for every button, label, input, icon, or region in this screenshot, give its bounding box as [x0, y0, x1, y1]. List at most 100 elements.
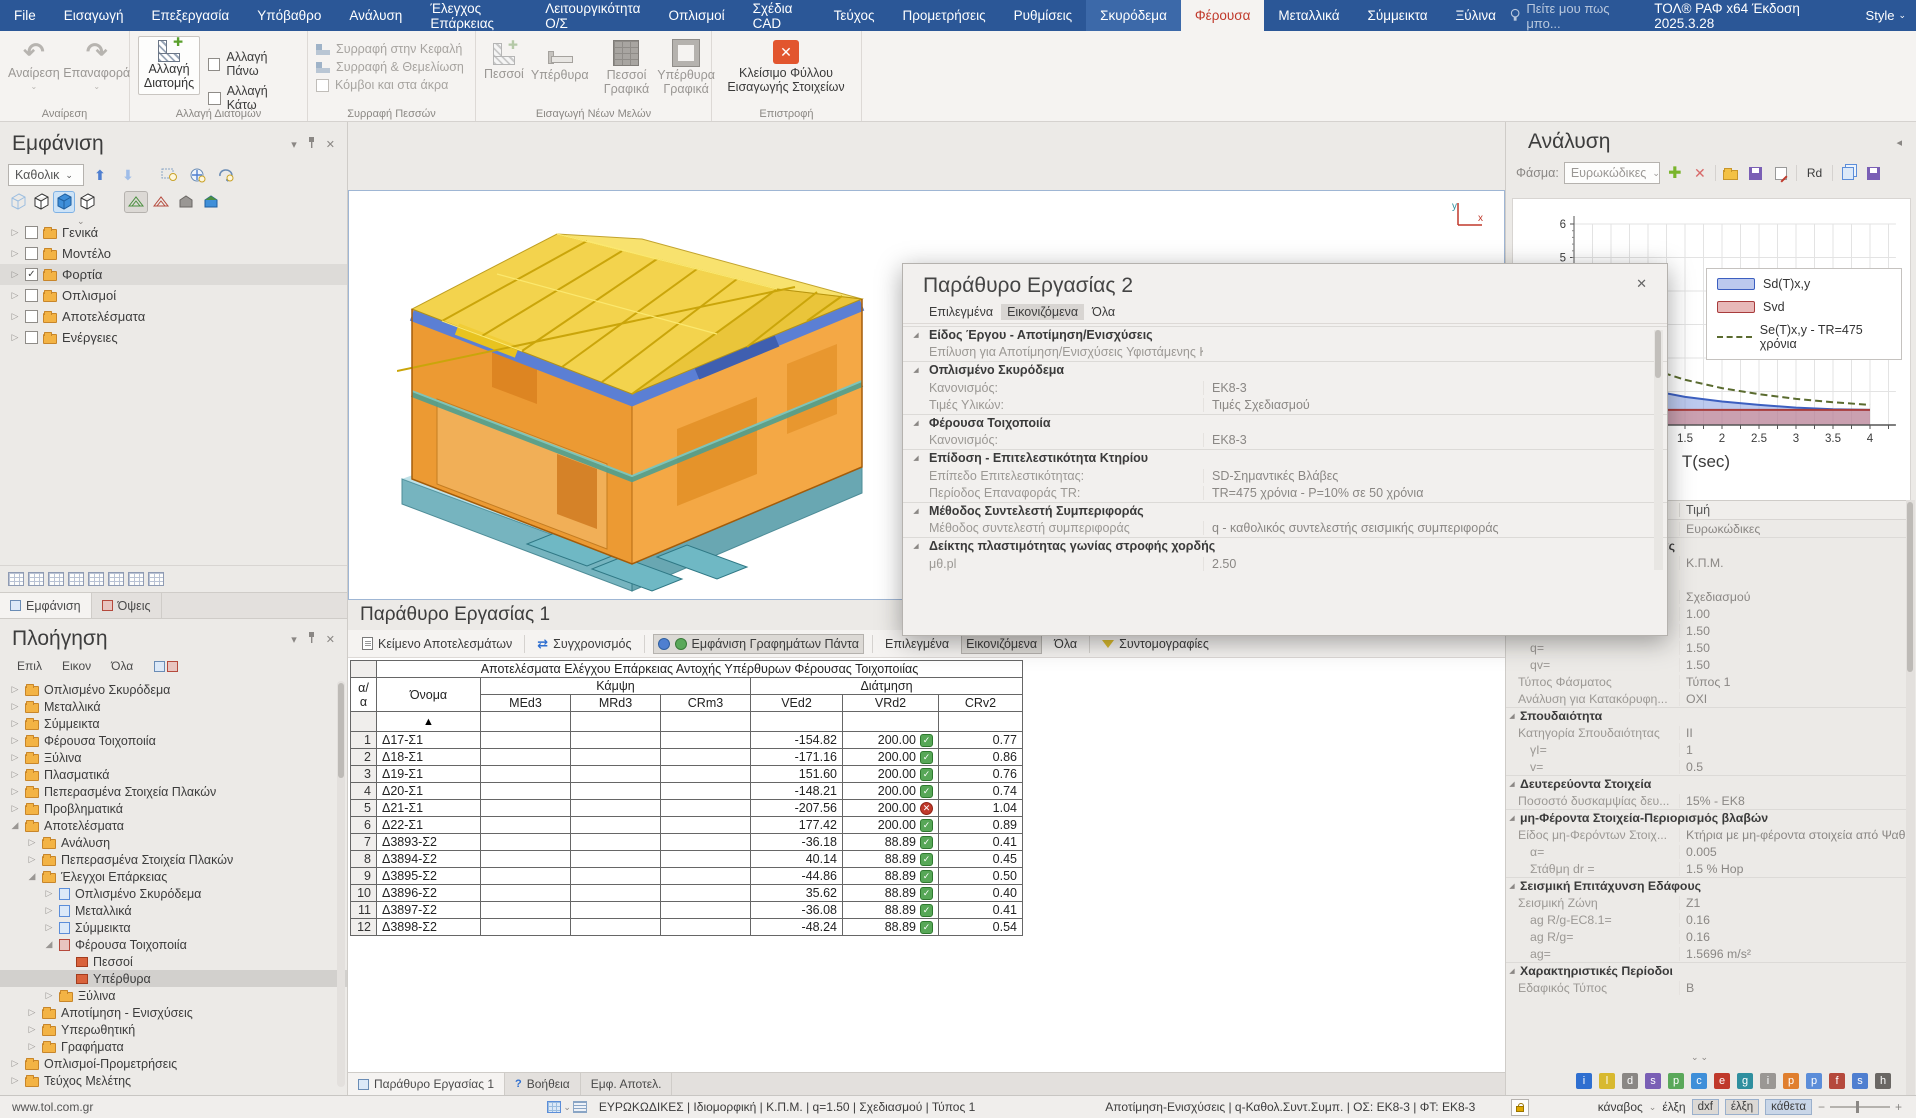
- sync-button[interactable]: ⇄ Συγχρονισμός: [533, 634, 635, 654]
- expander-icon[interactable]: ◢: [27, 871, 37, 882]
- cell-CRm3[interactable]: [660, 765, 751, 783]
- menu-item-Οπλισμοί[interactable]: Οπλισμοί: [654, 0, 738, 31]
- save-icon[interactable]: s: [1645, 1073, 1661, 1089]
- cell-VEd2[interactable]: -48.24: [750, 918, 843, 936]
- cell-VEd2[interactable]: -44.86: [750, 867, 843, 885]
- cell-CRv2[interactable]: 1.04: [938, 799, 1023, 817]
- menu-item-Σχέδια CAD[interactable]: Σχέδια CAD: [739, 0, 820, 31]
- cell-CRv2[interactable]: 0.74: [938, 782, 1023, 800]
- cell-VRd2[interactable]: 200.00 ✓: [842, 765, 939, 783]
- expander-icon[interactable]: ◢: [44, 939, 54, 950]
- section-expander-icon[interactable]: ◢: [903, 542, 929, 550]
- results-table[interactable]: Αποτελέσματα Ελέγχου Επάρκειας Αντοχής Υ…: [350, 660, 1023, 936]
- tab-selected[interactable]: Επιλ: [8, 656, 51, 676]
- cell-CRv2[interactable]: 0.89: [938, 816, 1023, 834]
- zoom-in-icon[interactable]: +: [1895, 1100, 1902, 1114]
- cell-VEd2[interactable]: -148.21: [750, 782, 843, 800]
- table-row[interactable]: 6 Δ22-Σ1 177.42 200.00 ✓ 0.89: [350, 816, 1023, 834]
- menu-item-Έλεγχος Επάρκειας[interactable]: Έλεγχος Επάρκειας: [416, 0, 531, 31]
- cell-CRv2[interactable]: 0.41: [938, 901, 1023, 919]
- cell-VRd2[interactable]: 88.89 ✓: [842, 901, 939, 919]
- piers-button[interactable]: ✚ Πεσσοί: [484, 36, 524, 81]
- nav-tree-item[interactable]: ▷ Ανάλυση: [0, 834, 347, 851]
- save2-icon[interactable]: [1863, 164, 1883, 182]
- property-value[interactable]: 1.5 % Hop: [1679, 861, 1906, 876]
- cell-name[interactable]: Δ19-Σ1: [376, 765, 481, 783]
- col-MRd3[interactable]: MRd3: [570, 694, 661, 712]
- expander-icon[interactable]: ▷: [10, 248, 20, 259]
- property-value[interactable]: 0.5: [1679, 759, 1906, 774]
- cell-MRd3[interactable]: [570, 918, 661, 936]
- table-row[interactable]: 4 Δ20-Σ1 -148.21 200.00 ✓ 0.74: [350, 782, 1023, 800]
- property-value[interactable]: EK8-3: [1203, 433, 1667, 448]
- section-expander-icon[interactable]: ◢: [903, 366, 929, 374]
- show-graphs-toggle[interactable]: Εμφάνιση Γραφημάτων Πάντα: [652, 633, 865, 654]
- copy-icon[interactable]: [1838, 164, 1858, 182]
- nav-tree-item[interactable]: ▷ Μεταλλικά: [0, 902, 347, 919]
- col-CRm3[interactable]: CRm3: [660, 694, 751, 712]
- property-value[interactable]: Τύπος 1: [1679, 674, 1906, 689]
- expander-icon[interactable]: ▷: [10, 227, 20, 238]
- menu-item-Τεύχος[interactable]: Τεύχος: [820, 0, 889, 31]
- section-expander-icon[interactable]: ◢: [1506, 814, 1518, 822]
- expander-icon[interactable]: ▷: [10, 786, 20, 797]
- property-value[interactable]: q - καθολικός συντελεστής σεισμικής συμπ…: [1203, 521, 1667, 536]
- piers-graphic-button[interactable]: Πεσσοί Γραφικά: [604, 36, 649, 97]
- col-CRv2[interactable]: CRv2: [938, 694, 1023, 712]
- menu-item-File[interactable]: File: [0, 0, 50, 31]
- spectrum-dropdown[interactable]: Ευρωκώδικες ⌄: [1563, 162, 1660, 184]
- pin-icon[interactable]: [307, 137, 316, 151]
- cell-MRd3[interactable]: [570, 782, 661, 800]
- dialog-scrollbar[interactable]: [1654, 330, 1663, 570]
- cell-MRd3[interactable]: [570, 765, 661, 783]
- expander-icon[interactable]: ▷: [10, 1075, 20, 1086]
- cell-MRd3[interactable]: [570, 867, 661, 885]
- col-VEd2[interactable]: VEd2: [750, 694, 843, 712]
- property-value[interactable]: ΟΧΙ: [1679, 691, 1906, 706]
- expander-icon[interactable]: ▷: [44, 905, 54, 916]
- cell-MEd3[interactable]: [480, 799, 571, 817]
- property-value[interactable]: Τιμές Σχεδιασμού: [1203, 398, 1667, 413]
- cell-VRd2[interactable]: 200.00 ✕: [842, 799, 939, 817]
- nav-tree-item[interactable]: ▷ Υπερωθητική: [0, 1021, 347, 1038]
- property-value[interactable]: 2.50: [1203, 556, 1667, 571]
- cell-MEd3[interactable]: [480, 901, 571, 919]
- property-value[interactable]: 0.005: [1679, 844, 1906, 859]
- flag-icon[interactable]: f: [1829, 1073, 1845, 1089]
- property-value[interactable]: 1.00: [1679, 606, 1906, 621]
- section-expander-icon[interactable]: ◢: [1506, 780, 1518, 788]
- cell-MRd3[interactable]: [570, 799, 661, 817]
- table-delete-icon[interactable]: [68, 572, 84, 586]
- property-value[interactable]: Κ.Π.Μ.: [1679, 555, 1906, 570]
- grid-snap-label[interactable]: κάναβος: [1598, 1100, 1643, 1114]
- cell-MEd3[interactable]: [480, 833, 571, 851]
- cell-MEd3[interactable]: [480, 918, 571, 936]
- section-expander-icon[interactable]: ◢: [903, 419, 929, 427]
- cell-VRd2[interactable]: 200.00 ✓: [842, 782, 939, 800]
- nav-tree-item[interactable]: ▷ Πεπερασμένα Στοιχεία Πλακών: [0, 783, 347, 800]
- display-tree-item[interactable]: ▷ Μοντέλο: [0, 243, 347, 264]
- display-tree-item[interactable]: ▷ Αποτελέσματα: [0, 306, 347, 327]
- table-row[interactable]: 11 Δ3897-Σ2 -36.08 88.89 ✓ 0.41: [350, 901, 1023, 919]
- layers-icon[interactable]: l: [1599, 1073, 1615, 1089]
- menu-item-Μεταλλικά[interactable]: Μεταλλικά: [1264, 0, 1353, 31]
- cell-CRm3[interactable]: [660, 867, 751, 885]
- table-row[interactable]: 12 Δ3898-Σ2 -48.24 88.89 ✓ 0.54: [350, 918, 1023, 936]
- nav-tree-item[interactable]: ▷ Οπλισμένο Σκυρόδεμα: [0, 681, 347, 698]
- ortho-toggle[interactable]: κάθετα: [1765, 1099, 1812, 1115]
- expander-icon[interactable]: ▷: [10, 735, 20, 746]
- cell-name[interactable]: Δ3894-Σ2: [376, 850, 481, 868]
- display-tree-item[interactable]: ▷ ✓ Φορτία: [0, 264, 347, 285]
- nav-tree-item[interactable]: ◢ Φέρουσα Τοιχοποιία: [0, 936, 347, 953]
- checkbox-icon[interactable]: ✓: [25, 268, 38, 281]
- property-value[interactable]: Z1: [1679, 895, 1906, 910]
- chart-icon[interactable]: c: [1691, 1073, 1707, 1089]
- nav-tree-item[interactable]: ▷ Γραφήματα: [0, 1038, 347, 1055]
- palette-icon[interactable]: p: [1783, 1073, 1799, 1089]
- tab-all[interactable]: Όλα: [102, 656, 142, 676]
- nav-tree-item[interactable]: ◢ Έλεγχοι Επάρκειας: [0, 868, 347, 885]
- results-text-button[interactable]: Κείμενο Αποτελεσμάτων: [358, 635, 516, 653]
- solid-color-view-icon[interactable]: [200, 192, 222, 212]
- property-value[interactable]: 1.50: [1679, 640, 1906, 655]
- cell-VRd2[interactable]: 88.89 ✓: [842, 918, 939, 936]
